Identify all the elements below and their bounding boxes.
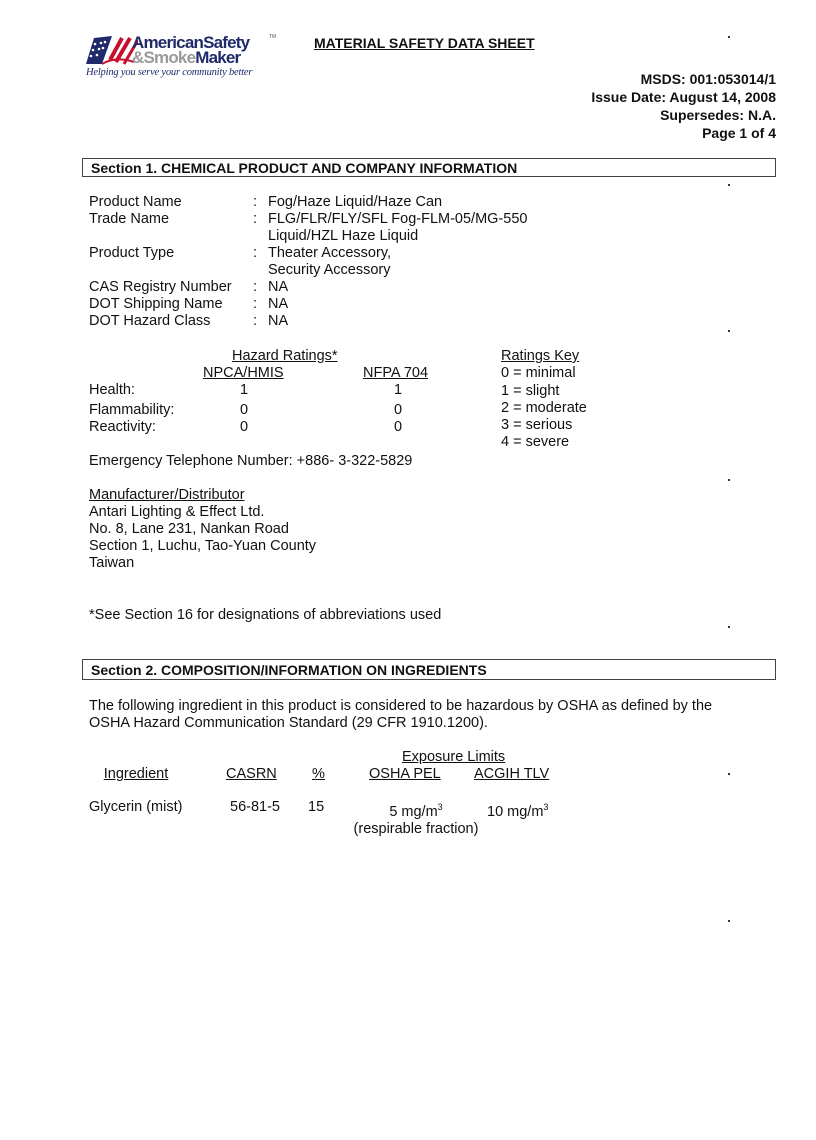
scan-speck <box>728 626 730 628</box>
value-dot-shipping: NA <box>268 296 289 312</box>
msds-number: MSDS: 001:053014/1 <box>640 71 776 87</box>
manufacturer-country: Taiwan <box>89 555 135 571</box>
scan-speck <box>728 36 730 38</box>
ratings-key-title: Ratings Key <box>501 348 580 364</box>
logo-maker: Maker <box>195 48 241 67</box>
hazard-value: 1 <box>394 382 403 398</box>
hazard-row-health: Health: <box>89 382 135 399</box>
logo-line2: &SmokeMaker <box>132 48 241 67</box>
hazard-value: 1 <box>240 382 249 398</box>
hazard-label: Flammability: <box>89 402 175 418</box>
manufacturer-address: No. 8, Lane 231, Nankan Road <box>89 521 289 537</box>
exposure-limits-header: Exposure Limits <box>402 749 506 765</box>
issue-date: Issue Date: August 14, 2008 <box>591 89 776 105</box>
separator: : <box>253 245 258 261</box>
hazard-col-hmis: NPCA/HMIS <box>203 365 284 381</box>
osha-pel-text: 5 mg/m <box>389 803 438 820</box>
superscript: 3 <box>437 802 443 812</box>
section-2-intro: The following ingredient in this product… <box>89 698 712 732</box>
manufacturer-address: Section 1, Luchu, Tao-Yuan County <box>89 538 317 554</box>
value-trade-name-cont: Liquid/HZL Haze Liquid <box>268 228 419 244</box>
manufacturer-block: Manufacturer/Distributor Antari Lighting… <box>89 487 316 572</box>
separator: : <box>253 313 258 329</box>
hazard-row-flammability: Flammability: <box>89 402 174 419</box>
product-info-separators: : : : : : : <box>253 194 257 330</box>
scan-speck <box>728 330 730 332</box>
separator: : <box>253 279 258 295</box>
cell-casrn: 56-81-5 <box>230 799 280 815</box>
hazard-label: Health: <box>89 382 135 398</box>
col-percent: % <box>312 766 325 782</box>
hazard-row-reactivity: Reactivity: <box>89 419 156 436</box>
logo-tagline: Helping you serve your community better <box>86 67 253 78</box>
hazard-value: 0 <box>394 419 403 435</box>
scan-speck <box>728 773 730 775</box>
label-product-type: Product Type <box>89 245 175 261</box>
section-2-heading: Section 2. COMPOSITION/INFORMATION ON IN… <box>82 659 776 680</box>
ratings-key-item: 3 = serious <box>501 417 573 434</box>
company-logo: AmericanSafety &SmokeMaker TM Helping yo… <box>86 32 278 82</box>
col-osha-pel: OSHA PEL <box>369 766 441 782</box>
col-casrn: CASRN <box>226 766 277 782</box>
acgih-tlv-text: 10 mg/m <box>487 803 544 820</box>
value-product-type: Theater Accessory, <box>268 245 392 261</box>
label-cas: CAS Registry Number <box>89 279 232 295</box>
value-cas: NA <box>268 279 289 295</box>
flag-icon <box>86 36 138 65</box>
hazard-value: 0 <box>240 419 249 435</box>
label-dot-hazard: DOT Hazard Class <box>89 313 211 329</box>
label-trade-name: Trade Name <box>89 211 170 227</box>
ratings-key-item: 0 = minimal <box>501 365 576 382</box>
product-info-values: Fog/Haze Liquid/Haze Can FLG/FLR/FLY/SFL… <box>268 194 527 330</box>
logo-ampersand: & <box>132 48 144 67</box>
cell-acgih-tlv: 10 mg/m3 <box>487 799 548 821</box>
intro-line: OSHA Hazard Communication Standard (29 C… <box>89 715 488 731</box>
value-product-type-cont: Security Accessory <box>268 262 391 278</box>
separator: : <box>253 194 258 210</box>
hazard-ratings-title: Hazard Ratings* <box>232 348 338 364</box>
value-trade-name: FLG/FLR/FLY/SFL Fog-FLM-05/MG-550 <box>268 211 528 227</box>
manufacturer-name: Antari Lighting & Effect Ltd. <box>89 504 265 520</box>
cell-osha-pel: 5 mg/m3 (respirable fraction) <box>346 799 486 838</box>
document-meta: MSDS: 001:053014/1 Issue Date: August 14… <box>591 70 776 142</box>
hazard-col-nfpa: NFPA 704 <box>363 365 429 381</box>
ratings-key: Ratings Key 0 = minimal 1 = slight 2 = m… <box>501 348 587 452</box>
value-product-name: Fog/Haze Liquid/Haze Can <box>268 194 443 210</box>
separator: : <box>253 211 258 227</box>
page-number: Page 1 of 4 <box>702 125 776 141</box>
label-product-name: Product Name <box>89 194 182 210</box>
logo-smoke: Smoke <box>143 48 196 67</box>
scan-speck <box>728 184 730 186</box>
document-title: MATERIAL SAFETY DATA SHEET <box>314 35 535 51</box>
col-acgih-tlv: ACGIH TLV <box>474 766 550 782</box>
hazard-label: Reactivity: <box>89 419 156 435</box>
emergency-phone: Emergency Telephone Number: +886- 3-322-… <box>89 453 413 469</box>
separator: : <box>253 296 258 312</box>
scan-speck <box>728 920 730 922</box>
intro-line: The following ingredient in this product… <box>89 698 713 714</box>
osha-pel-value: 5 mg/m3 <box>346 799 486 821</box>
ratings-key-item: 2 = moderate <box>501 399 587 416</box>
superscript: 3 <box>543 802 549 812</box>
product-info-labels: Product Name Trade Name Product Type CAS… <box>89 194 232 330</box>
value-dot-hazard: NA <box>268 313 289 329</box>
ratings-key-item: 4 = severe <box>501 434 570 451</box>
manufacturer-title: Manufacturer/Distributor <box>89 487 245 503</box>
abbreviations-footnote: *See Section 16 for designations of abbr… <box>89 607 442 623</box>
hazard-value: 0 <box>240 402 249 418</box>
logo-trademark: TM <box>269 34 277 40</box>
col-ingredient: Ingredient <box>103 766 169 782</box>
ratings-key-item: 1 = slight <box>501 382 560 399</box>
label-dot-shipping: DOT Shipping Name <box>89 296 223 312</box>
hazard-value: 0 <box>394 402 403 418</box>
supersedes: Supersedes: N.A. <box>660 107 776 123</box>
section-1-heading: Section 1. CHEMICAL PRODUCT AND COMPANY … <box>82 158 776 177</box>
scan-speck <box>728 479 730 481</box>
cell-ingredient: Glycerin (mist) <box>89 799 183 815</box>
cell-percent: 15 <box>308 799 325 815</box>
osha-pel-note: (respirable fraction) <box>353 820 479 837</box>
